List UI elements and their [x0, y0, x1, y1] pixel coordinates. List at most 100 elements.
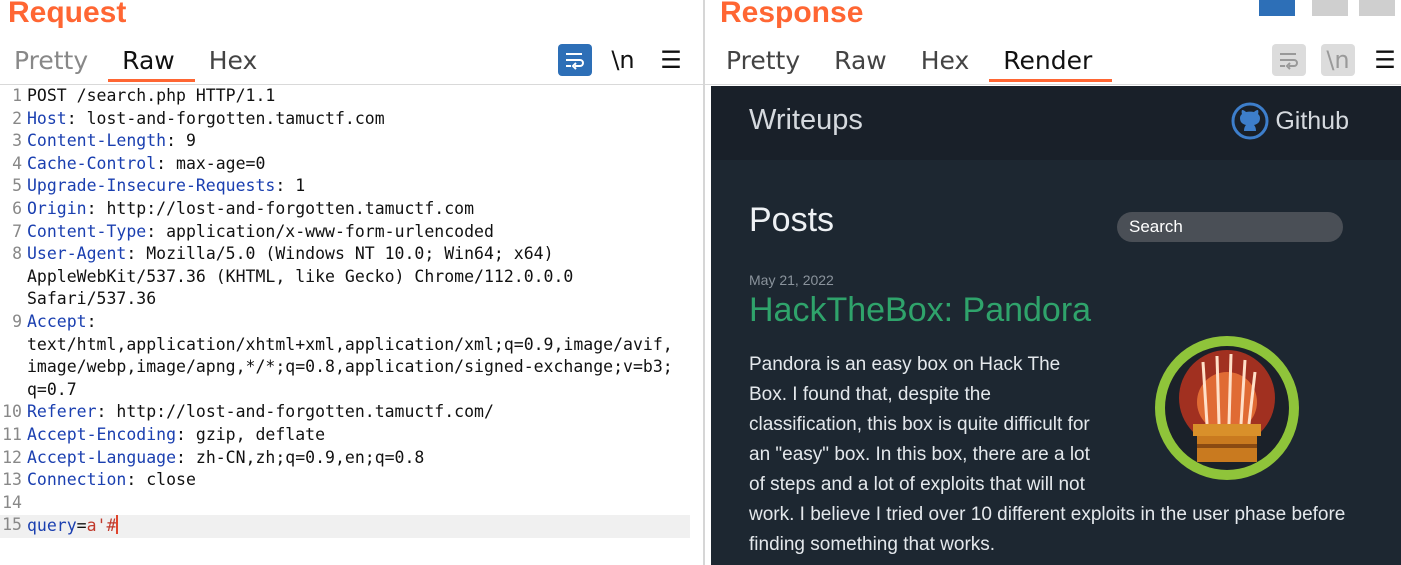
line-number: 8	[12, 244, 22, 264]
line-text: : Mozilla/5.0 (Windows NT 10.0; Win64; x…	[126, 244, 554, 264]
header-name: Host	[27, 108, 67, 128]
line-content: Connection: close	[27, 470, 196, 489]
editor-line: 11 Accept-Encoding: gzip, deflate	[0, 425, 690, 448]
header-name: Content-Length	[27, 131, 167, 151]
newline-icon: \n	[1326, 46, 1350, 74]
request-wrap-lines-toggle[interactable]	[558, 44, 592, 76]
request-raw-editor[interactable]: 1 POST /search.php HTTP/1.1 2 Host: lost-an…	[0, 86, 700, 565]
response-wrap-lines-toggle[interactable]	[1272, 44, 1306, 76]
line-number: 6	[12, 199, 22, 218]
line-number: 3	[12, 131, 22, 151]
line-text: :	[86, 312, 97, 331]
response-menu-button[interactable]: ☰	[1368, 44, 1401, 76]
site-brand-link[interactable]: Writeups	[749, 104, 863, 137]
editor-line: 9 Accept:	[0, 312, 690, 335]
request-tab-hex[interactable]: Hex	[195, 42, 278, 84]
line-text: : http://lost-and-forgotten.tamuctf.com	[86, 199, 475, 218]
line-content: image/webp,image/apng,*/*;q=0.8,applicat…	[27, 357, 673, 376]
editor-line: 5 Upgrade-Insecure-Requests: 1	[0, 176, 690, 199]
editor-line: 8 User-Agent: Mozilla/5.0 (Windows NT 10.…	[0, 244, 690, 267]
post-title-link[interactable]: HackTheBox: Pandora	[749, 291, 1091, 330]
line-number: 1	[12, 86, 22, 105]
layout-split-button[interactable]	[1259, 0, 1295, 16]
line-text: : http://lost-and-forgotten.tamuctf.com/	[96, 402, 494, 422]
request-menu-button[interactable]: ☰	[654, 44, 688, 76]
request-pane-title: Request	[8, 0, 127, 29]
editor-line: 7 Content-Type: application/x-www-form-ur…	[0, 222, 690, 245]
line-text: POST /search.php HTTP/1.1	[27, 86, 276, 105]
editor-line: 15 query=a'#	[0, 515, 690, 538]
param-value: a'#	[86, 516, 117, 536]
layout-vertical-button[interactable]	[1359, 0, 1395, 16]
line-number: 4	[12, 153, 22, 173]
line-content: q=0.7	[27, 380, 77, 399]
header-name: Accept	[27, 312, 87, 331]
line-content: Accept-Language: zh-CN,zh;q=0.9,en;q=0.8	[27, 448, 424, 467]
request-newline-toggle[interactable]: \n	[606, 44, 640, 76]
editor-line: text/html,application/xhtml+xml,applicat…	[0, 335, 690, 358]
newline-icon: \n	[611, 46, 635, 74]
line-content: AppleWebKit/537.36 (KHTML, like Gecko) C…	[27, 267, 573, 286]
line-content: User-Agent: Mozilla/5.0 (Windows NT 10.0…	[27, 244, 554, 263]
response-tabs: Pretty Raw Hex Render	[712, 42, 1113, 84]
response-tab-hex[interactable]: Hex	[907, 42, 990, 84]
site-search-input[interactable]	[1117, 212, 1343, 242]
line-content: Cache-Control: max-age=0	[27, 154, 265, 173]
header-name: Accept-Encoding	[27, 425, 177, 444]
line-text: : gzip, deflate	[176, 425, 326, 444]
editor-line: 1 POST /search.php HTTP/1.1	[0, 86, 690, 109]
line-text: : 1	[275, 176, 306, 196]
header-name: Accept-Language	[27, 447, 177, 467]
request-tabs: Pretty Raw Hex	[0, 42, 277, 84]
editor-line: 13 Connection: close	[0, 470, 690, 493]
line-number: 11	[2, 425, 22, 444]
header-name: Connection	[27, 470, 127, 490]
response-tab-raw[interactable]: Raw	[820, 42, 907, 84]
line-content: Content-Length: 9	[27, 131, 196, 150]
line-content: Host: lost-and-forgotten.tamuctf.com	[27, 109, 385, 128]
layout-horizontal-button[interactable]	[1312, 0, 1348, 16]
header-name: Referer	[27, 402, 97, 422]
post-excerpt: Pandora is an easy box on Hack The Box. …	[749, 350, 1349, 555]
editor-line: 14	[0, 493, 690, 516]
posts-heading: Posts	[749, 201, 835, 239]
header-name: Cache-Control	[27, 153, 157, 173]
line-text: image/webp,image/apng,*/*;q=0.8,applicat…	[27, 357, 673, 377]
header-name: User-Agent	[27, 244, 127, 264]
editor-line: 2 Host: lost-and-forgotten.tamuctf.com	[0, 109, 690, 132]
github-label: Github	[1275, 106, 1349, 135]
response-tab-render[interactable]: Render	[989, 42, 1113, 84]
github-icon	[1231, 102, 1269, 140]
line-number: 14	[2, 492, 22, 512]
line-text: =	[76, 516, 87, 536]
wrap-lines-icon	[566, 53, 584, 70]
line-number: 9	[12, 312, 22, 331]
line-text: text/html,application/xhtml+xml,applicat…	[27, 334, 673, 354]
hamburger-menu-icon: ☰	[660, 46, 682, 74]
line-content: Upgrade-Insecure-Requests: 1	[27, 176, 305, 195]
line-content: Safari/537.36	[27, 289, 156, 308]
line-number: 15	[2, 515, 22, 535]
line-text: : 9	[166, 131, 196, 151]
text-caret	[116, 515, 119, 535]
response-pane-title: Response	[720, 0, 864, 29]
site-navbar: Writeups Github	[711, 86, 1401, 160]
response-tab-pretty[interactable]: Pretty	[712, 42, 820, 84]
request-tab-pretty[interactable]: Pretty	[0, 42, 108, 84]
param-name: query	[27, 516, 77, 536]
github-link[interactable]: Github	[1231, 102, 1349, 140]
line-text: : lost-and-forgotten.tamuctf.com	[66, 108, 385, 128]
editor-line: 12 Accept-Language: zh-CN,zh;q=0.9,en;q=0…	[0, 448, 690, 471]
editor-line: 6 Origin: http://lost-and-forgotten.tamuc…	[0, 199, 690, 222]
rendered-response: Writeups Github Posts May 21, 2022 HackT…	[711, 86, 1401, 565]
header-name: Origin	[27, 199, 87, 218]
line-text: : close	[126, 470, 196, 490]
line-text: : max-age=0	[156, 153, 266, 173]
line-number: 2	[12, 108, 22, 128]
line-content: POST /search.php HTTP/1.1	[27, 86, 275, 105]
request-tab-raw[interactable]: Raw	[108, 42, 195, 84]
line-content: Content-Type: application/x-www-form-url…	[27, 222, 494, 241]
response-newline-toggle[interactable]: \n	[1321, 44, 1355, 76]
line-number: 7	[12, 221, 22, 241]
editor-line: Safari/537.36	[0, 289, 690, 312]
